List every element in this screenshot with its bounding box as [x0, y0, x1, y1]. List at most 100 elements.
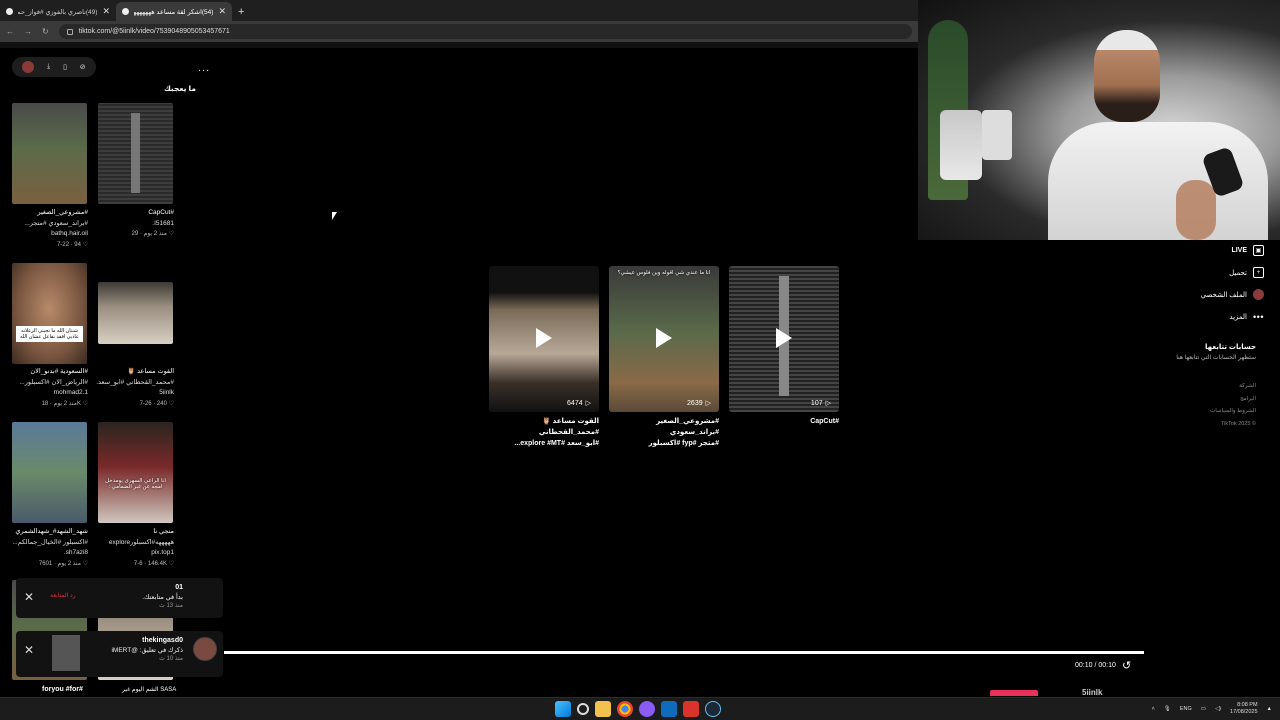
forward-icon[interactable]: →: [24, 27, 32, 36]
video-caption[interactable]: #مشروعي_الصغير: [10, 208, 88, 219]
video-timecode: 00:10 / 00:10: [1075, 662, 1116, 669]
video-card[interactable]: 6474 ▷: [489, 266, 599, 412]
download-icon[interactable]: ⤓: [47, 63, 50, 71]
video-title[interactable]: #CapCut: [729, 416, 839, 427]
video-author[interactable]: I51681.: [96, 219, 174, 230]
notification-bell-icon[interactable]: ▲: [1267, 706, 1272, 712]
liked-video-thumbnail[interactable]: [12, 103, 87, 204]
creator-name[interactable]: 5iinlk: [1082, 688, 1102, 697]
replay-icon[interactable]: ↺: [1122, 659, 1131, 672]
back-icon[interactable]: ←: [6, 27, 14, 36]
microphone-icon[interactable]: 🎙: [1164, 706, 1171, 712]
reload-icon[interactable]: ↻: [42, 27, 49, 36]
outlook-icon[interactable]: [661, 701, 677, 717]
search-icon[interactable]: [577, 703, 589, 715]
close-tab-icon[interactable]: ✕: [218, 6, 226, 17]
video-caption-line2: #الرياض_الان #اكسبلور...: [19, 378, 88, 386]
notification-message: ذكرك في تعليق: @iMERT: [111, 647, 183, 654]
steam-icon[interactable]: [705, 701, 721, 717]
video-caption[interactable]: منجي نا: [96, 527, 174, 538]
video-caption[interactable]: #CapCut: [96, 208, 174, 219]
video-caption[interactable]: foryou #for#: [42, 686, 83, 693]
nav-profile[interactable]: الملف الشخصي: [1201, 289, 1264, 300]
video-card[interactable]: انا ما عندي شي اقوله وين فلوس عيشي؟ 2639…: [609, 266, 719, 412]
product-jar-image: [982, 110, 1012, 160]
notification-username: 01: [175, 584, 183, 591]
os-taskbar: ˄ 🎙 ENG ▭ ◁) 8:08 PM 17/08/2025 ▲: [0, 697, 1280, 720]
video-caption[interactable]: الشم اليوم غير SASA: [122, 686, 176, 693]
app-icon[interactable]: [683, 701, 699, 717]
browser-tab[interactable]: (49)ناصري بالفوزي #فواز_حمد_ا... ✕: [0, 2, 116, 21]
video-caption[interactable]: #السعودية #بدنو_الان: [10, 367, 88, 378]
upload-icon: +: [1253, 267, 1264, 278]
liked-video-thumbnail[interactable]: [98, 103, 173, 204]
close-tab-icon[interactable]: ✕: [102, 6, 110, 17]
close-icon[interactable]: ✕: [24, 590, 34, 604]
video-caption[interactable]: شهد_الشهد#_شهدالشمري: [10, 527, 88, 538]
url-text: tiktok.com/@5iinlk/video/753904890505345…: [78, 28, 230, 35]
view-count: 6474 ▷: [567, 399, 591, 408]
avatar[interactable]: [22, 61, 35, 73]
video-author[interactable]: mohmad2.1: [10, 388, 88, 399]
nav-upload[interactable]: + تحميل: [1229, 267, 1264, 278]
thumbnail-caption: انا الراعي السهرى يومدخل امجه عن غبر الض…: [105, 478, 166, 490]
more-options-button[interactable]: ...: [198, 62, 210, 74]
windows-start-icon[interactable]: [555, 701, 571, 717]
liked-video-thumbnail[interactable]: [98, 282, 173, 344]
liked-video-thumbnail[interactable]: انا الراعي السهرى يومدخل امجه عن غبر الض…: [98, 422, 173, 523]
file-explorer-icon[interactable]: [595, 701, 611, 717]
block-icon[interactable]: ⊘: [80, 63, 86, 71]
video-author[interactable]: sh7azi8.: [10, 548, 88, 559]
mention-notification[interactable]: ✕ thekingasd0 ذكرك في تعليق: @iMERT منذ …: [16, 631, 223, 677]
video-author[interactable]: 5iinlk: [96, 388, 174, 399]
volume-icon[interactable]: ◁): [1215, 706, 1221, 712]
site-info-icon[interactable]: [66, 28, 73, 35]
following-title: حسابات تتابعها: [1205, 344, 1256, 351]
url-field[interactable]: tiktok.com/@5iinlk/video/753904890505345…: [58, 24, 912, 39]
video-card[interactable]: 107 ▷: [729, 266, 839, 412]
copyright: © TikTok 2025: [1220, 420, 1256, 427]
video-author[interactable]: pix.top1: [96, 548, 174, 559]
address-bar-row: ← → ↻ tiktok.com/@5iinlk/video/753904890…: [0, 21, 918, 42]
network-icon[interactable]: ▭: [1201, 706, 1206, 712]
footer-link[interactable]: الشركة: [1210, 380, 1256, 393]
video-meta: 7-6 · 146.4K ♡: [133, 560, 174, 567]
video-title[interactable]: #مشروعي_الصغير #براند_سعودي #متجر #fyp #…: [609, 416, 719, 449]
discord-icon[interactable]: [639, 701, 655, 717]
footer-links: الشركة البرامج الشروط والسياسات © TikTok…: [1210, 380, 1256, 430]
video-caption-line2: هههههه#اكسبلورexplore: [108, 538, 174, 546]
follow-notification[interactable]: ✕ رد المتابعة 01 بدأ في متابعتك. منذ 13 …: [16, 578, 223, 618]
chevron-up-icon[interactable]: ˄: [1152, 706, 1155, 712]
video-caption-line2: #براند_سعودي #متجر...: [24, 219, 88, 227]
follow-button[interactable]: [990, 690, 1038, 696]
liked-video-info: #مشروعي_الصغير #براند_سعودي #متجر... bat…: [10, 208, 88, 250]
video-title[interactable]: القوت مساعد 🦉 #محمد_القحطاني #ابو_سعد #e…: [489, 416, 599, 449]
nav-more[interactable]: ••• المزيد: [1229, 311, 1264, 322]
live-icon: ▣: [1253, 245, 1264, 256]
notification-time: منذ 10 ث: [159, 656, 183, 662]
video-author[interactable]: bathq.hair.oil: [10, 229, 88, 240]
product-jar-image: [940, 110, 982, 180]
avatar: [1253, 289, 1264, 300]
play-icon: [656, 328, 672, 348]
liked-video-thumbnail[interactable]: شنتان الله ما تجيني الزعلانه عاديي افقد …: [12, 263, 87, 364]
new-tab-button[interactable]: +: [232, 6, 250, 21]
clock[interactable]: 8:08 PM 17/08/2025: [1230, 702, 1258, 716]
close-icon[interactable]: ✕: [24, 643, 34, 657]
video-progress-bar[interactable]: [224, 651, 1144, 654]
follow-back-button[interactable]: رد المتابعة: [50, 592, 76, 599]
phone-icon[interactable]: ▯: [63, 63, 67, 71]
footer-link[interactable]: الشروط والسياسات: [1210, 405, 1256, 418]
video-caption[interactable]: القوت مساعد 🦉: [96, 367, 174, 378]
footer-link[interactable]: البرامج: [1210, 393, 1256, 406]
language-indicator[interactable]: ENG: [1180, 706, 1192, 712]
liked-video-info: شهد_الشهد#_شهدالشمري #اكسبلور #الخيال_جم…: [10, 527, 88, 569]
chrome-icon[interactable]: [617, 701, 633, 717]
video-meta: 7-26 · 240 ♡: [139, 400, 174, 407]
avatar[interactable]: [193, 637, 217, 661]
liked-video-thumbnail[interactable]: [12, 422, 87, 523]
play-small-icon: ▷: [825, 400, 831, 407]
thumbnail-caption: شنتان الله ما تجيني الزعلانه عاديي افقد …: [16, 326, 83, 342]
browser-tab-active[interactable]: (54)اشكر لقة مساعد هههههههههه... ✕: [116, 2, 232, 21]
nav-live[interactable]: ▣ LIVE: [1231, 245, 1264, 256]
